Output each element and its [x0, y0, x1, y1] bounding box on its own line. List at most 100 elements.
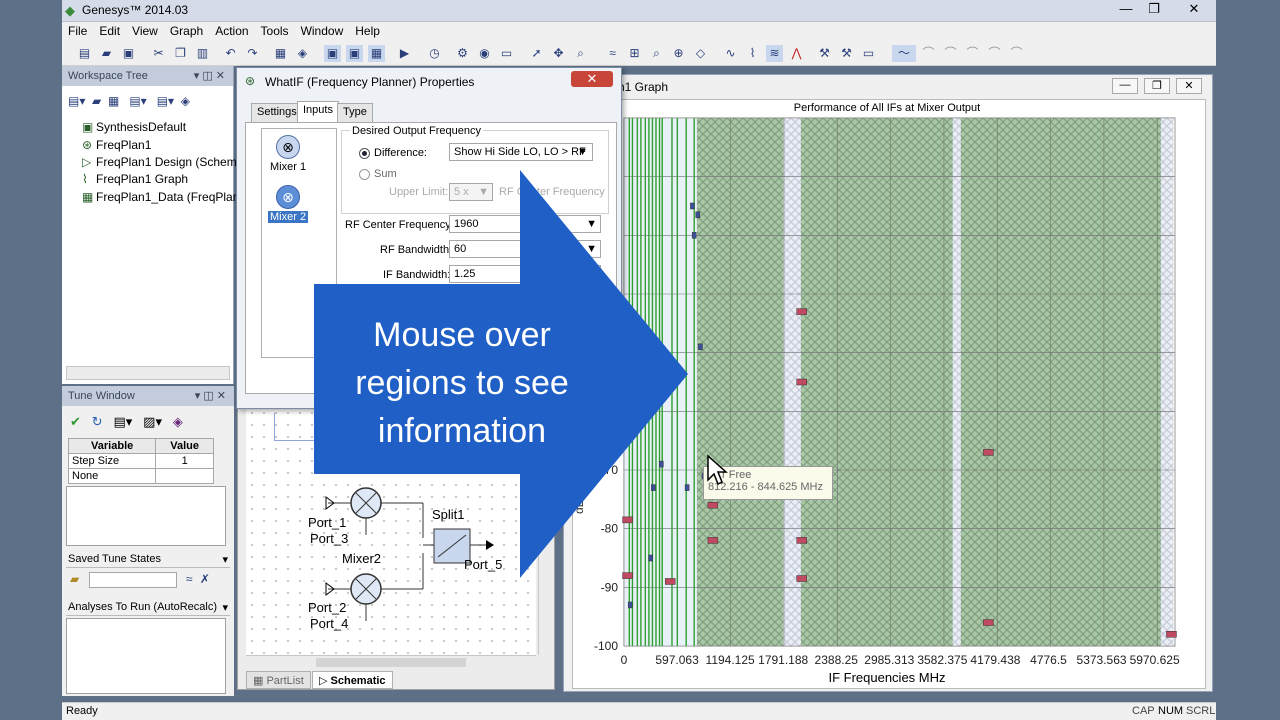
layout-2-icon[interactable]: ▣: [346, 45, 363, 62]
curve-6-icon[interactable]: ⌒: [1008, 45, 1025, 62]
marker-icon[interactable]: ⌇: [744, 45, 761, 62]
scroll-thumb[interactable]: [316, 658, 466, 667]
tree-item[interactable]: ▷ FreqPlan1 Design (Schem: [82, 155, 237, 169]
table-row[interactable]: Step Size 1: [67, 453, 214, 469]
move-icon[interactable]: ✥: [550, 45, 567, 62]
curve-icon[interactable]: 〜: [892, 45, 916, 62]
tree-list-icon[interactable]: ▤▾: [129, 94, 146, 108]
difference-select[interactable]: Show Hi Side LO, LO > RF ▼: [449, 143, 593, 161]
tree-add-icon[interactable]: ▤▾: [157, 94, 174, 108]
menu-graph[interactable]: Graph: [164, 22, 209, 38]
pane-close-icon[interactable]: ▾ ◫ ✕: [194, 69, 225, 82]
tool-c-icon[interactable]: ▭: [860, 45, 877, 62]
tab-partlist[interactable]: ▦ PartList: [246, 671, 311, 689]
app-logo-icon: ◆: [65, 3, 75, 18]
tree-toolbar: ▤▾ ▰ ▦ ▤▾ ▤▾ ◈: [68, 94, 190, 108]
menu-view[interactable]: View: [126, 22, 164, 38]
spur-icon[interactable]: ≋: [766, 45, 783, 62]
restore-icon[interactable]: ≈: [186, 572, 193, 586]
paste-icon[interactable]: ▥: [194, 45, 211, 62]
tab-inputs[interactable]: Inputs: [297, 101, 339, 122]
trace-icon[interactable]: ∿: [722, 45, 739, 62]
tree-new-icon[interactable]: ▤▾: [68, 94, 85, 108]
mixer2-label-selected[interactable]: Mixer 2: [268, 211, 309, 223]
layout-1-icon[interactable]: ▣: [324, 45, 341, 62]
tree-props-icon[interactable]: ◈: [181, 94, 190, 108]
tab-type[interactable]: Type: [337, 103, 373, 122]
zoom-icon[interactable]: ⌕: [572, 45, 589, 62]
timer-icon[interactable]: ◷: [426, 45, 443, 62]
refresh-icon[interactable]: ↻: [92, 414, 103, 429]
analyses-header[interactable]: Analyses To Run (AutoRecalc) ▾: [66, 600, 230, 616]
fit-icon[interactable]: ◇: [692, 45, 709, 62]
window-icon[interactable]: ▭: [498, 45, 515, 62]
layout-3-icon[interactable]: ▦: [368, 45, 385, 62]
delete-state-icon[interactable]: ✗: [200, 572, 210, 586]
image-icon[interactable]: ▨▾: [143, 414, 162, 429]
schematic-hscrollbar[interactable]: [246, 655, 536, 669]
save-icon[interactable]: ▣: [120, 45, 137, 62]
curve-4-icon[interactable]: ⌒: [964, 45, 981, 62]
tune-icon[interactable]: ⚙: [454, 45, 471, 62]
pane-close-icon[interactable]: ▾ ◫ ✕: [195, 389, 226, 402]
close-button[interactable]: ✕: [1180, 1, 1208, 19]
print-icon[interactable]: ▦: [272, 45, 289, 62]
pointer-icon[interactable]: ➚: [528, 45, 545, 62]
mixer1-label[interactable]: Mixer 1: [270, 161, 306, 173]
magnify-icon[interactable]: ⌕: [648, 45, 665, 62]
menu-edit[interactable]: Edit: [93, 22, 126, 38]
open-folder-icon[interactable]: ▰: [98, 45, 115, 62]
undo-icon[interactable]: ↶: [222, 45, 239, 62]
props-icon[interactable]: ◈: [173, 414, 183, 429]
menu-action[interactable]: Action: [209, 22, 254, 38]
menu-window[interactable]: Window: [295, 22, 350, 38]
tool-a-icon[interactable]: ⚒: [816, 45, 833, 62]
graph-zoom-icon[interactable]: ⊞: [626, 45, 643, 62]
target-icon[interactable]: ⊕: [670, 45, 687, 62]
spur-marker: [698, 343, 703, 351]
spur-marker: [707, 537, 719, 544]
maximize-button[interactable]: ❐: [1140, 1, 1168, 19]
saved-tune-states-header[interactable]: Saved Tune States ▾: [66, 552, 230, 568]
copy-icon[interactable]: ❐: [172, 45, 189, 62]
menu-help[interactable]: Help: [349, 22, 386, 38]
properties-icon[interactable]: ◈: [294, 45, 311, 62]
list-icon[interactable]: ▤▾: [114, 414, 133, 429]
curve-5-icon[interactable]: ⌒: [986, 45, 1003, 62]
cut-icon[interactable]: ✂: [150, 45, 167, 62]
minimize-button[interactable]: —: [1112, 1, 1140, 19]
spur-free-region: [830, 118, 953, 646]
run-icon[interactable]: ▶: [396, 45, 413, 62]
dialog-close-button[interactable]: ✕: [571, 71, 613, 87]
curve-2-icon[interactable]: ⌒: [920, 45, 937, 62]
tree-folder-icon[interactable]: ▰: [92, 94, 101, 108]
folder-icon[interactable]: ▰: [70, 572, 79, 586]
redo-icon[interactable]: ↷: [244, 45, 261, 62]
menu-file[interactable]: File: [62, 22, 93, 38]
eye-icon[interactable]: ◉: [476, 45, 493, 62]
tree-view-icon[interactable]: ▦: [108, 94, 119, 108]
x-tick-label: 5970.625: [1130, 653, 1180, 667]
check-icon[interactable]: ✔: [70, 414, 81, 429]
x-tick-label: 4179.438: [970, 653, 1020, 667]
mixer2-icon[interactable]: ⊗: [276, 185, 300, 209]
tool-b-icon[interactable]: ⚒: [838, 45, 855, 62]
menu-tools[interactable]: Tools: [255, 22, 295, 38]
tab-settings[interactable]: Settings: [251, 103, 303, 122]
tab-schematic[interactable]: ▷ Schematic: [312, 671, 393, 689]
x-tick-label: 2388.25: [815, 653, 859, 667]
new-icon[interactable]: ▤: [76, 45, 93, 62]
tree-item[interactable]: ▣ SynthesisDefault: [82, 120, 186, 134]
wave-icon[interactable]: ≈: [604, 45, 621, 62]
saved-state-input[interactable]: [88, 572, 177, 588]
curve-3-icon[interactable]: ⌒: [942, 45, 959, 62]
tree-scrollbar[interactable]: [66, 366, 230, 380]
mixer1-icon[interactable]: ⊗: [276, 135, 300, 159]
tree-item[interactable]: ⊛ FreqPlan1: [82, 138, 151, 152]
x-tick-label: 1194.125: [706, 653, 755, 667]
difference-radio[interactable]: [359, 148, 370, 159]
peak-icon[interactable]: ⋀: [788, 45, 805, 62]
table-row[interactable]: None: [67, 468, 214, 484]
tree-item[interactable]: ⌇ FreqPlan1 Graph: [82, 172, 188, 186]
tree-item[interactable]: ▦ FreqPlan1_Data (FreqPlar: [82, 190, 237, 204]
